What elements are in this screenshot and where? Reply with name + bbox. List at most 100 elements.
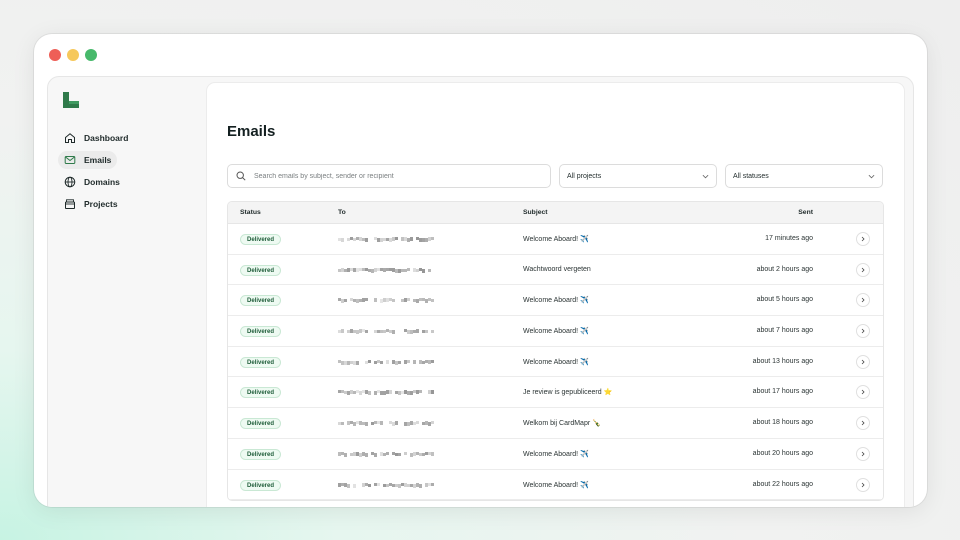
open-email-button[interactable] [856, 232, 870, 246]
header-sent[interactable]: Sent [798, 209, 813, 216]
sidebar: Dashboard Emails Domains Projects [48, 77, 208, 507]
subject-text: Welcome Aboard! ✈️ [523, 358, 589, 366]
table-row[interactable]: Delivered Je review is gepubliceerd ⭐ ab… [228, 377, 883, 409]
status-badge: Delivered [240, 295, 282, 307]
recipient-redacted [338, 293, 438, 307]
recipient-redacted [338, 232, 438, 246]
table-body: Delivered Welcome Aboard! ✈️ 17 minutes … [228, 224, 883, 501]
chevron-right-icon [861, 236, 865, 242]
page-title: Emails [227, 123, 276, 140]
subject-text: Welcome Aboard! ✈️ [523, 236, 589, 243]
table-header: Status To Subject Sent [228, 202, 883, 224]
statuses-filter-value: All statuses [733, 172, 769, 180]
sent-time: about 17 hours ago [752, 388, 813, 396]
chevron-right-icon [861, 328, 865, 334]
chevron-right-icon [861, 451, 865, 457]
logo-icon[interactable] [62, 91, 80, 109]
sidebar-item-label: Dashboard [84, 133, 129, 143]
status-badge: Delivered [240, 264, 282, 276]
table-row[interactable]: Delivered Welcome Aboard! ✈️ about 22 ho… [228, 469, 883, 501]
open-email-button[interactable] [856, 293, 870, 308]
chevron-right-icon [861, 267, 865, 272]
table-row[interactable]: Delivered Welcome Aboard! ✈️ about 7 hou… [228, 316, 883, 347]
header-status[interactable]: Status [240, 209, 261, 216]
table-row[interactable]: Delivered Welcome Aboard! ✈️ about 13 ho… [228, 346, 883, 378]
status-badge: Delivered [240, 326, 282, 338]
window-controls [49, 49, 97, 61]
minimize-window-button[interactable] [67, 49, 79, 61]
emails-table: Status To Subject Sent Delivered Welcome… [227, 201, 884, 502]
close-window-button[interactable] [49, 49, 61, 61]
open-email-button[interactable] [856, 477, 870, 492]
sent-time: about 5 hours ago [756, 296, 813, 304]
subject-text: Welcome Aboard! ✈️ [523, 297, 589, 305]
recipient-redacted [338, 324, 438, 338]
statuses-filter-select[interactable]: All statuses [725, 164, 883, 188]
table-row[interactable]: Delivered Welcome Aboard! ✈️ 17 minutes … [228, 224, 883, 255]
sent-time: about 7 hours ago [756, 327, 813, 335]
search-input[interactable] [254, 172, 534, 180]
chevron-right-icon [861, 359, 865, 365]
chevron-right-icon [861, 482, 865, 487]
main-content: Emails All projects All statuses Status … [207, 83, 904, 507]
chevron-right-icon [861, 298, 865, 303]
open-email-button[interactable] [856, 354, 870, 369]
sidebar-item-label: Domains [84, 177, 120, 187]
recipient-redacted [338, 385, 438, 399]
subject-text: Wachtwoord vergeten [523, 265, 591, 273]
recipient-redacted [338, 416, 438, 430]
subject-text: Welkom bij CardMapr 🍾 [523, 420, 601, 428]
recipient-redacted [338, 447, 438, 461]
status-badge: Delivered [240, 479, 282, 491]
header-subject[interactable]: Subject [523, 209, 548, 216]
recipient-redacted [338, 478, 438, 492]
recipient-redacted [338, 355, 438, 369]
search-box[interactable] [227, 164, 551, 188]
subject-text: Je review is gepubliceerd ⭐ [523, 389, 613, 397]
subject-text: Welcome Aboard! ✈️ [523, 450, 589, 458]
globe-icon [64, 176, 76, 188]
chevron-right-icon [861, 420, 865, 426]
sent-time: about 13 hours ago [752, 357, 813, 365]
box-icon [64, 198, 76, 210]
mail-icon [64, 154, 76, 166]
sidebar-item-projects[interactable]: Projects [58, 195, 124, 213]
table-row[interactable]: Delivered Welkom bij CardMapr 🍾 about 18… [228, 408, 883, 439]
table-row[interactable]: Delivered Welcome Aboard! ✈️ about 5 hou… [228, 285, 883, 317]
table-row[interactable]: Delivered Wachtwoord vergeten about 2 ho… [228, 254, 883, 286]
home-icon [64, 132, 76, 144]
sent-time: about 20 hours ago [752, 449, 813, 457]
open-email-button[interactable] [856, 324, 870, 339]
app-frame: Dashboard Emails Domains Projects Emails… [47, 76, 914, 507]
projects-filter-value: All projects [567, 172, 602, 180]
sidebar-item-dashboard[interactable]: Dashboard [58, 129, 134, 147]
open-email-button[interactable] [856, 416, 870, 431]
sidebar-item-label: Projects [84, 199, 118, 209]
sent-time: 17 minutes ago [765, 235, 813, 242]
sidebar-item-domains[interactable]: Domains [58, 173, 126, 191]
app-window: Dashboard Emails Domains Projects Emails… [34, 34, 927, 507]
status-badge: Delivered [240, 448, 282, 460]
open-email-button[interactable] [856, 385, 870, 400]
status-badge: Delivered [240, 418, 282, 430]
sent-time: about 2 hours ago [756, 265, 813, 273]
sent-time: about 22 hours ago [752, 480, 813, 488]
sidebar-item-emails[interactable]: Emails [58, 151, 118, 169]
sidebar-item-label: Emails [84, 155, 112, 165]
status-badge: Delivered [240, 387, 282, 399]
maximize-window-button[interactable] [85, 49, 97, 61]
sidebar-nav: Dashboard Emails Domains Projects [58, 129, 198, 217]
open-email-button[interactable] [856, 446, 870, 461]
status-badge: Delivered [240, 356, 282, 368]
sent-time: about 18 hours ago [752, 419, 813, 427]
table-row[interactable]: Delivered Welcome Aboard! ✈️ about 20 ho… [228, 438, 883, 470]
open-email-button[interactable] [856, 262, 870, 277]
chevron-down-icon [702, 174, 709, 178]
chevron-down-icon [868, 174, 875, 178]
header-to[interactable]: To [338, 209, 346, 216]
projects-filter-select[interactable]: All projects [559, 164, 717, 188]
chevron-right-icon [861, 390, 865, 395]
subject-text: Welcome Aboard! ✈️ [523, 328, 589, 336]
search-icon [236, 171, 246, 181]
subject-text: Welcome Aboard! ✈️ [523, 481, 589, 489]
